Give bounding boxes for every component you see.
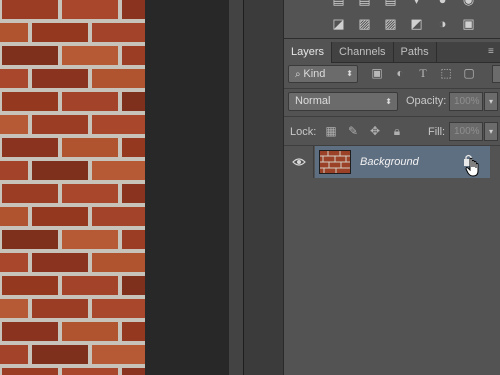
filter-kind-label: Kind	[303, 68, 326, 80]
layer-main-selected[interactable]: Background	[315, 146, 490, 178]
layer-row[interactable]: Background	[284, 146, 500, 178]
exposure-icon[interactable]: ▤	[382, 0, 399, 7]
panel-menu-icon[interactable]: ≡	[488, 46, 500, 58]
adjustment-filter-icon[interactable]: ◐	[393, 66, 407, 80]
tab-paths[interactable]: Paths	[394, 42, 437, 62]
filter-kind-select[interactable]: ⌕ Kind ⬍	[288, 65, 358, 83]
canvas-image[interactable]	[0, 0, 145, 375]
levels-icon[interactable]: ▤	[330, 0, 347, 7]
layer-filter-row: ⌕ Kind ⬍ ▣ ◐ T ⬚ ▢	[288, 65, 500, 87]
opacity-label: Opacity:	[406, 95, 447, 107]
blend-row: Normal ⬍ Opacity: 100% ▾	[288, 92, 500, 112]
gradient-map-icon[interactable]: ▣	[460, 16, 477, 31]
tab-layers[interactable]: Layers	[284, 42, 333, 63]
type-filter-icon[interactable]: T	[416, 66, 430, 80]
shape-filter-icon[interactable]: ⬚	[439, 66, 453, 80]
lock-image-icon[interactable]: ✎	[346, 124, 360, 138]
chevron-updown-icon: ⬍	[346, 69, 353, 78]
lock-all-icon[interactable]: 🔒︎	[390, 124, 404, 138]
opacity-dropdown-button[interactable]: ▾	[484, 92, 498, 111]
color-lookup-icon[interactable]: ▨	[382, 16, 399, 31]
divider	[284, 88, 500, 89]
color-balance-icon[interactable]: ◉	[460, 0, 477, 7]
fill-dropdown-button[interactable]: ▾	[484, 122, 498, 141]
opacity-field[interactable]: 100%	[449, 92, 483, 111]
curves-icon[interactable]: ▤	[356, 0, 373, 7]
filter-toggle[interactable]	[492, 65, 500, 83]
channel-mixer-icon[interactable]: ▨	[356, 16, 373, 31]
vibrance-icon[interactable]: ▾	[408, 0, 425, 7]
lock-label: Lock:	[290, 126, 317, 138]
invert-icon[interactable]: ◩	[408, 16, 425, 31]
fill-label: Fill:	[428, 126, 446, 138]
hand-cursor-icon	[465, 158, 481, 180]
lock-transparent-icon[interactable]: ▦	[324, 124, 338, 138]
tab-channels[interactable]: Channels	[332, 42, 394, 62]
image-filter-icon[interactable]: ▣	[370, 66, 384, 80]
layers-list-empty-area[interactable]	[284, 178, 500, 375]
lock-row: Lock: ▦ ✎ ✥ 🔒︎ Fill: 100% ▾	[288, 122, 500, 142]
panel-tabs: Layers Channels Paths ≡	[284, 42, 500, 63]
visibility-toggle[interactable]	[284, 146, 314, 178]
brick-wall-image	[0, 0, 145, 375]
layer-name[interactable]: Background	[360, 156, 419, 168]
layer-thumbnail	[319, 150, 351, 174]
canvas-pasteboard	[145, 0, 229, 375]
eye-icon	[291, 158, 306, 166]
layers-panel: ▤ ▤ ▤ ▾ ● ◉ ◪ ▨ ▨ ◩ ◑ ▣ Layers Channels …	[284, 0, 500, 375]
photo-filter-icon[interactable]: ◪	[330, 16, 347, 31]
fill-field[interactable]: 100%	[449, 122, 483, 141]
chevron-updown-icon: ⬍	[385, 97, 392, 106]
adjustments-panel: ▤ ▤ ▤ ▾ ● ◉ ◪ ▨ ▨ ◩ ◑ ▣	[284, 0, 500, 39]
panel-divider[interactable]	[229, 0, 244, 375]
collapsed-dock	[244, 0, 284, 375]
blend-mode-value: Normal	[295, 95, 331, 107]
posterize-icon[interactable]: ◑	[434, 16, 451, 31]
hue-saturation-icon[interactable]: ●	[434, 0, 451, 7]
divider	[284, 116, 500, 117]
blend-mode-select[interactable]: Normal ⬍	[288, 92, 398, 111]
lock-position-icon[interactable]: ✥	[368, 124, 382, 138]
smart-object-filter-icon[interactable]: ▢	[462, 66, 476, 80]
